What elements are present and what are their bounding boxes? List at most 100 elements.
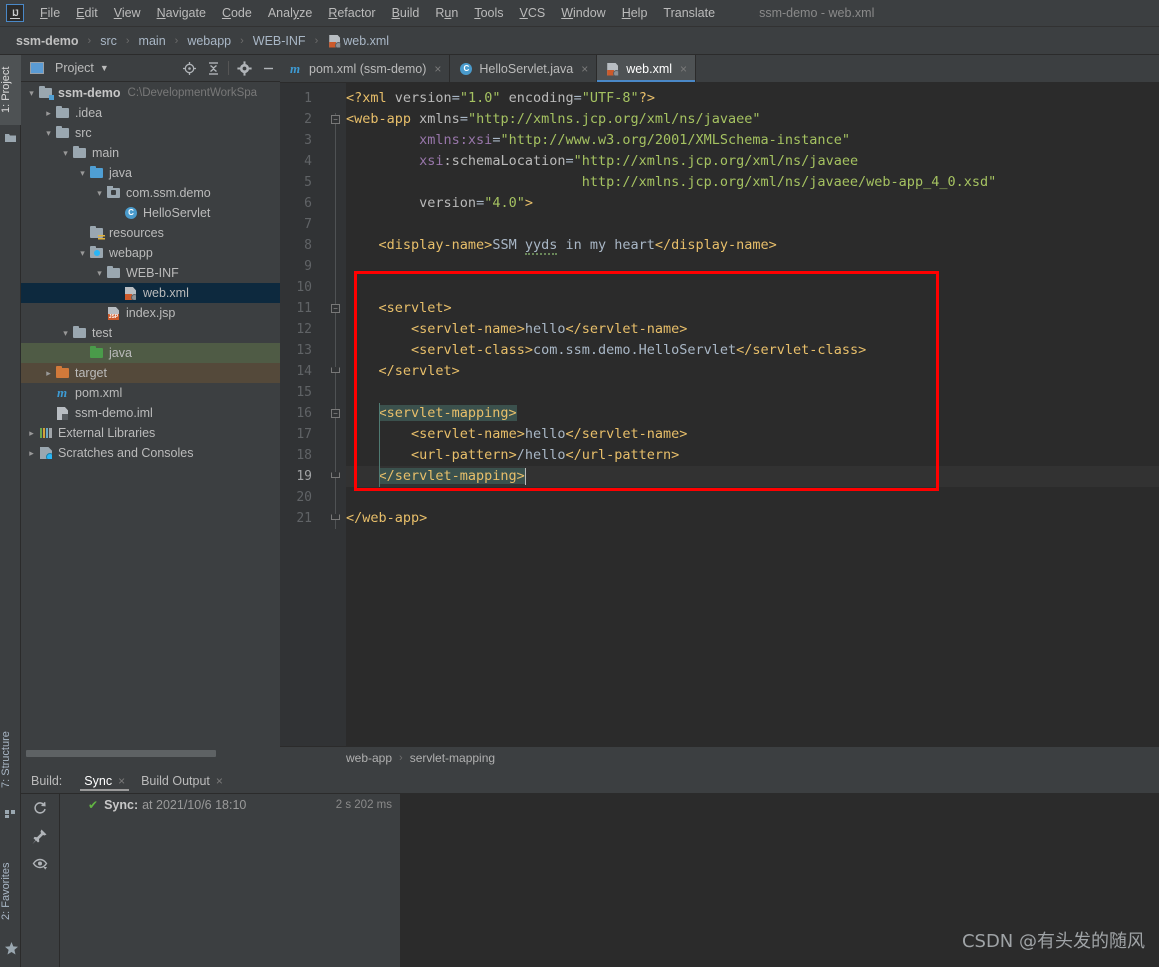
- code-content[interactable]: <?xml version="1.0" encoding="UTF-8"?> <w…: [346, 83, 1159, 746]
- scrollbar-thumb[interactable]: [26, 750, 216, 757]
- tree-node-com-ssm-demo[interactable]: ▾ com.ssm.demo: [21, 183, 280, 203]
- build-tab-build-output[interactable]: Build Output ×: [133, 770, 231, 791]
- menu-item-analyze[interactable]: Analyze: [260, 3, 320, 23]
- eye-icon[interactable]: [21, 850, 59, 878]
- menu-item-run[interactable]: Run: [427, 3, 466, 23]
- fold-end-icon[interactable]: [331, 472, 340, 478]
- tree-node-src[interactable]: ▾ src: [21, 123, 280, 143]
- tool-tab-favorites[interactable]: 2: Favorites: [0, 845, 21, 937]
- tree-node-test[interactable]: ▾ test: [21, 323, 280, 343]
- chevron-down-icon[interactable]: ▾: [59, 328, 72, 339]
- menu-item-file[interactable]: File: [32, 3, 68, 23]
- menu-item-build[interactable]: Build: [384, 3, 428, 23]
- close-icon[interactable]: ×: [216, 774, 223, 788]
- menu-item-code[interactable]: Code: [214, 3, 260, 23]
- close-icon[interactable]: ×: [680, 62, 687, 76]
- tree-node-pom-xml[interactable]: m pom.xml: [21, 383, 280, 403]
- chevron-right-icon[interactable]: ▸: [42, 368, 55, 379]
- tree-node-web-xml[interactable]: web.xml: [21, 283, 280, 303]
- menu-item-view[interactable]: View: [106, 3, 149, 23]
- editor-breadcrumb-servlet-mapping[interactable]: servlet-mapping: [410, 751, 495, 765]
- close-icon[interactable]: ×: [434, 62, 441, 76]
- project-tree[interactable]: ▾ ssm-demo C:\DevelopmentWorkSpa ▸ .idea ▾ src…: [21, 83, 280, 751]
- tree-node-java[interactable]: ▾ java: [21, 163, 280, 183]
- chevron-right-icon[interactable]: ▸: [25, 428, 38, 439]
- code-editor[interactable]: 1 2 3 4 5 6 7 8 9 10 11 12 13 14 15 16 17 18 19 20 21− − − <?x…: [280, 83, 1159, 746]
- chevron-down-icon[interactable]: ▾: [93, 188, 106, 199]
- tool-tab-structure[interactable]: 7: Structure: [0, 717, 21, 803]
- fold-collapse-icon[interactable]: −: [331, 304, 340, 313]
- chevron-right-icon[interactable]: ▸: [42, 108, 55, 119]
- hide-panel-button[interactable]: [256, 57, 280, 79]
- editor-tab-label: HelloServlet.java: [479, 61, 574, 76]
- chevron-down-icon[interactable]: ▾: [25, 88, 38, 99]
- editor-tab-pom-xml-ssm-demo-[interactable]: m pom.xml (ssm-demo) ×: [280, 55, 451, 82]
- editor-tab-web-xml[interactable]: web.xml ×: [597, 55, 697, 82]
- breadcrumb-item-src[interactable]: src: [98, 34, 119, 48]
- breadcrumb-separator: ›: [240, 34, 244, 47]
- tree-node-main[interactable]: ▾ main: [21, 143, 280, 163]
- sync-result-row[interactable]: ✔ Sync: at 2021/10/6 18:10 2 s 202 ms: [60, 794, 400, 816]
- tree-node-label: main: [92, 146, 120, 160]
- menu-item-translate[interactable]: Translate: [655, 3, 723, 23]
- tree-node-webapp[interactable]: ▾ webapp: [21, 243, 280, 263]
- menu-item-navigate[interactable]: Navigate: [149, 3, 214, 23]
- fold-end-icon[interactable]: [331, 367, 340, 373]
- chevron-down-icon[interactable]: ▾: [42, 128, 55, 139]
- chevron-right-icon[interactable]: ▸: [25, 448, 38, 459]
- breadcrumb-item-webapp[interactable]: webapp: [185, 34, 233, 48]
- project-view-icon: [30, 62, 44, 74]
- menu-item-edit[interactable]: Edit: [68, 3, 106, 23]
- structure-icon: [4, 807, 17, 820]
- editor-breadcrumb-web-app[interactable]: web-app: [346, 751, 392, 765]
- fold-end-icon[interactable]: [331, 514, 340, 520]
- menu-item-tools[interactable]: Tools: [466, 3, 511, 23]
- chevron-down-icon[interactable]: ▾: [93, 268, 106, 279]
- tree-node-web-inf[interactable]: ▾ WEB-INF: [21, 263, 280, 283]
- tree-node-ssm-demo[interactable]: ▾ ssm-demo C:\DevelopmentWorkSpa: [21, 83, 280, 103]
- menu-item-help[interactable]: Help: [614, 3, 656, 23]
- tree-node-scratches-and-consoles[interactable]: ▸ Scratches and Consoles: [21, 443, 280, 463]
- tree-node-ssm-demo-iml[interactable]: ssm-demo.iml: [21, 403, 280, 423]
- collapse-all-button[interactable]: [201, 57, 225, 79]
- chevron-down-icon[interactable]: ▾: [76, 248, 89, 259]
- tree-node-index-jsp[interactable]: JSP index.jsp: [21, 303, 280, 323]
- editor-tab-helloservlet-java[interactable]: C HelloServlet.java ×: [450, 55, 598, 82]
- breadcrumb-label: main: [138, 33, 166, 48]
- build-result-tree[interactable]: ✔ Sync: at 2021/10/6 18:10 2 s 202 ms: [59, 794, 400, 967]
- tree-node-helloservlet[interactable]: C HelloServlet: [21, 203, 280, 223]
- project-horizontal-scrollbar[interactable]: [21, 748, 280, 758]
- star-icon: [4, 941, 19, 956]
- chevron-down-icon[interactable]: ▾: [59, 148, 72, 159]
- rerun-icon[interactable]: [21, 794, 59, 822]
- pin-icon[interactable]: [21, 822, 59, 850]
- breadcrumb-item-main[interactable]: main: [137, 34, 168, 48]
- chevron-down-icon[interactable]: ▼: [100, 63, 109, 73]
- menu-item-window[interactable]: Window: [553, 3, 613, 23]
- gear-icon[interactable]: [232, 57, 256, 79]
- breadcrumb-item-ssm-demo[interactable]: ssm-demo: [14, 34, 81, 48]
- tree-node-label: com.ssm.demo: [126, 186, 211, 200]
- build-tab-sync[interactable]: Sync ×: [76, 770, 133, 791]
- fold-collapse-icon[interactable]: −: [331, 115, 340, 124]
- editor-breadcrumb-separator: ›: [399, 751, 403, 764]
- chevron-down-icon[interactable]: ▾: [76, 168, 89, 179]
- menu-item-refactor[interactable]: Refactor: [320, 3, 383, 23]
- fold-collapse-icon[interactable]: −: [331, 409, 340, 418]
- tree-node-external-libraries[interactable]: ▸ External Libraries: [21, 423, 280, 443]
- code-line: <web-app xmlns="http://xmlns.jcp.org/xml…: [346, 111, 761, 127]
- sync-detail: at 2021/10/6 18:10: [142, 798, 247, 812]
- breadcrumb-item-web-inf[interactable]: WEB-INF: [251, 34, 308, 48]
- scroll-from-source-button[interactable]: [177, 57, 201, 79]
- code-line: <display-name>SSM yyds in my heart</disp…: [378, 237, 777, 255]
- tree-node-java[interactable]: java: [21, 343, 280, 363]
- tree-node-resources[interactable]: resources: [21, 223, 280, 243]
- menu-item-vcs[interactable]: VCS: [512, 3, 554, 23]
- tree-node-target[interactable]: ▸ target: [21, 363, 280, 383]
- close-icon[interactable]: ×: [581, 62, 588, 76]
- close-icon[interactable]: ×: [118, 774, 125, 788]
- tree-node--idea[interactable]: ▸ .idea: [21, 103, 280, 123]
- editor-gutter[interactable]: 1 2 3 4 5 6 7 8 9 10 11 12 13 14 15 16 17 18 19 20 21− − −: [280, 83, 346, 746]
- tool-tab-project[interactable]: 1: Project: [0, 55, 21, 125]
- breadcrumb-item-web-xml[interactable]: web.xml: [325, 33, 391, 49]
